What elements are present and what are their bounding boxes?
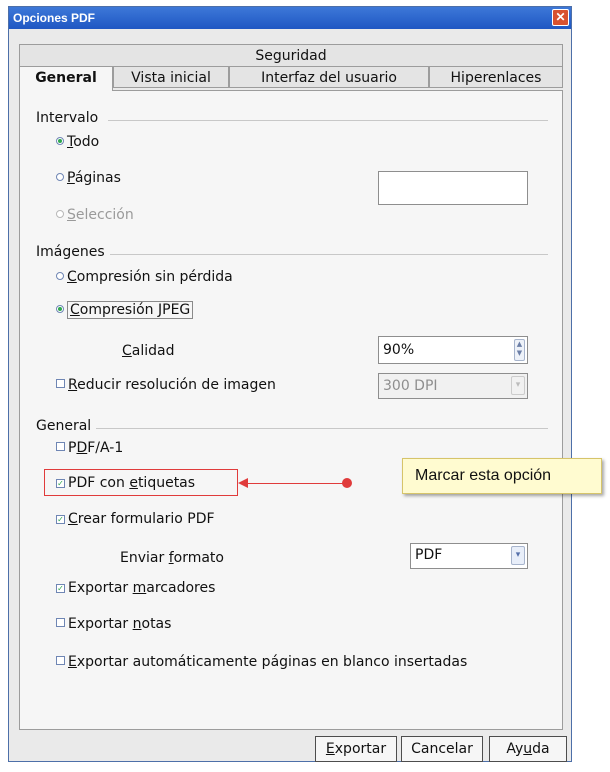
chevron-down-icon: ▾ — [511, 376, 525, 395]
calidad-label: Calidad — [122, 343, 175, 359]
section-divider — [96, 428, 548, 429]
checkbox-unchecked-icon — [56, 442, 65, 451]
ayuda-button[interactable]: Ayuda — [489, 736, 567, 762]
tab-general[interactable]: General — [19, 66, 113, 91]
close-icon: ✕ — [555, 10, 566, 24]
checkbox-exportar-marcadores[interactable]: ✓ Exportar marcadores — [56, 580, 215, 596]
radio-checked-icon — [56, 305, 64, 313]
checkbox-checked-icon: ✓ — [56, 584, 65, 593]
radio-compresion-sin-perdida[interactable]: Compresión sin pérdida — [56, 269, 233, 285]
spin-arrows-icon[interactable]: ▲ ▼ — [514, 339, 525, 361]
radio-unchecked-icon — [56, 272, 64, 280]
paginas-input[interactable] — [378, 171, 528, 205]
annotation-arrow-line — [246, 483, 346, 484]
section-title-intervalo: Intervalo — [36, 110, 99, 126]
highlight-box — [44, 469, 238, 496]
calidad-spinbox[interactable]: 90% ▲ ▼ — [378, 336, 528, 364]
tab-vista-inicial[interactable]: Vista inicial — [113, 66, 229, 88]
enviar-formato-dropdown[interactable]: PDF ▾ — [410, 543, 528, 569]
annotation-callout: Marcar esta opción — [402, 458, 602, 494]
checkbox-unchecked-icon — [56, 618, 65, 627]
section-divider — [110, 254, 548, 255]
tab-seguridad[interactable]: Seguridad — [19, 44, 563, 66]
radio-checked-icon — [56, 137, 64, 145]
radio-paginas[interactable]: Páginas — [56, 170, 121, 186]
tab-interfaz-usuario[interactable]: Interfaz del usuario — [229, 66, 429, 88]
checkbox-checked-icon: ✓ — [56, 515, 65, 524]
exportar-button[interactable]: Exportar — [315, 736, 397, 762]
radio-disabled-icon — [56, 210, 64, 218]
section-title-general: General — [36, 418, 92, 434]
checkbox-unchecked-icon — [56, 656, 65, 665]
title-bar: Opciones PDF ✕ — [9, 7, 571, 29]
pdf-options-dialog: Opciones PDF ✕ Seguridad General Vista i… — [8, 6, 572, 762]
general-panel: Intervalo Todo Páginas Selección Imágene… — [19, 90, 563, 730]
close-button[interactable]: ✕ — [552, 9, 569, 26]
radio-todo[interactable]: Todo — [56, 134, 99, 150]
checkbox-exportar-paginas-blanco[interactable]: Exportar automáticamente páginas en blan… — [56, 654, 467, 670]
radio-seleccion[interactable]: Selección — [56, 207, 134, 223]
section-divider — [108, 120, 548, 121]
checkbox-unchecked-icon — [56, 379, 65, 388]
checkbox-pdfa[interactable]: PDF/A-1 — [56, 440, 123, 456]
checkbox-crear-formulario[interactable]: ✓ Crear formulario PDF — [56, 511, 215, 527]
radio-unchecked-icon — [56, 173, 64, 181]
annotation-dot — [342, 478, 352, 488]
checkbox-reducir-resolucion[interactable]: Reducir resolución de imagen — [56, 377, 276, 393]
radio-compresion-jpeg[interactable]: Compresión JPEG — [56, 301, 194, 319]
tab-hiperenlaces[interactable]: Hiperenlaces — [429, 66, 563, 88]
window-title: Opciones PDF — [13, 11, 96, 25]
resolucion-dropdown[interactable]: 300 DPI ▾ — [378, 373, 528, 399]
section-title-imagenes: Imágenes — [36, 244, 105, 260]
checkbox-exportar-notas[interactable]: Exportar notas — [56, 616, 171, 632]
chevron-down-icon: ▾ — [511, 546, 525, 565]
enviar-formato-label: Enviar formato — [120, 550, 224, 566]
cancelar-button[interactable]: Cancelar — [401, 736, 483, 762]
